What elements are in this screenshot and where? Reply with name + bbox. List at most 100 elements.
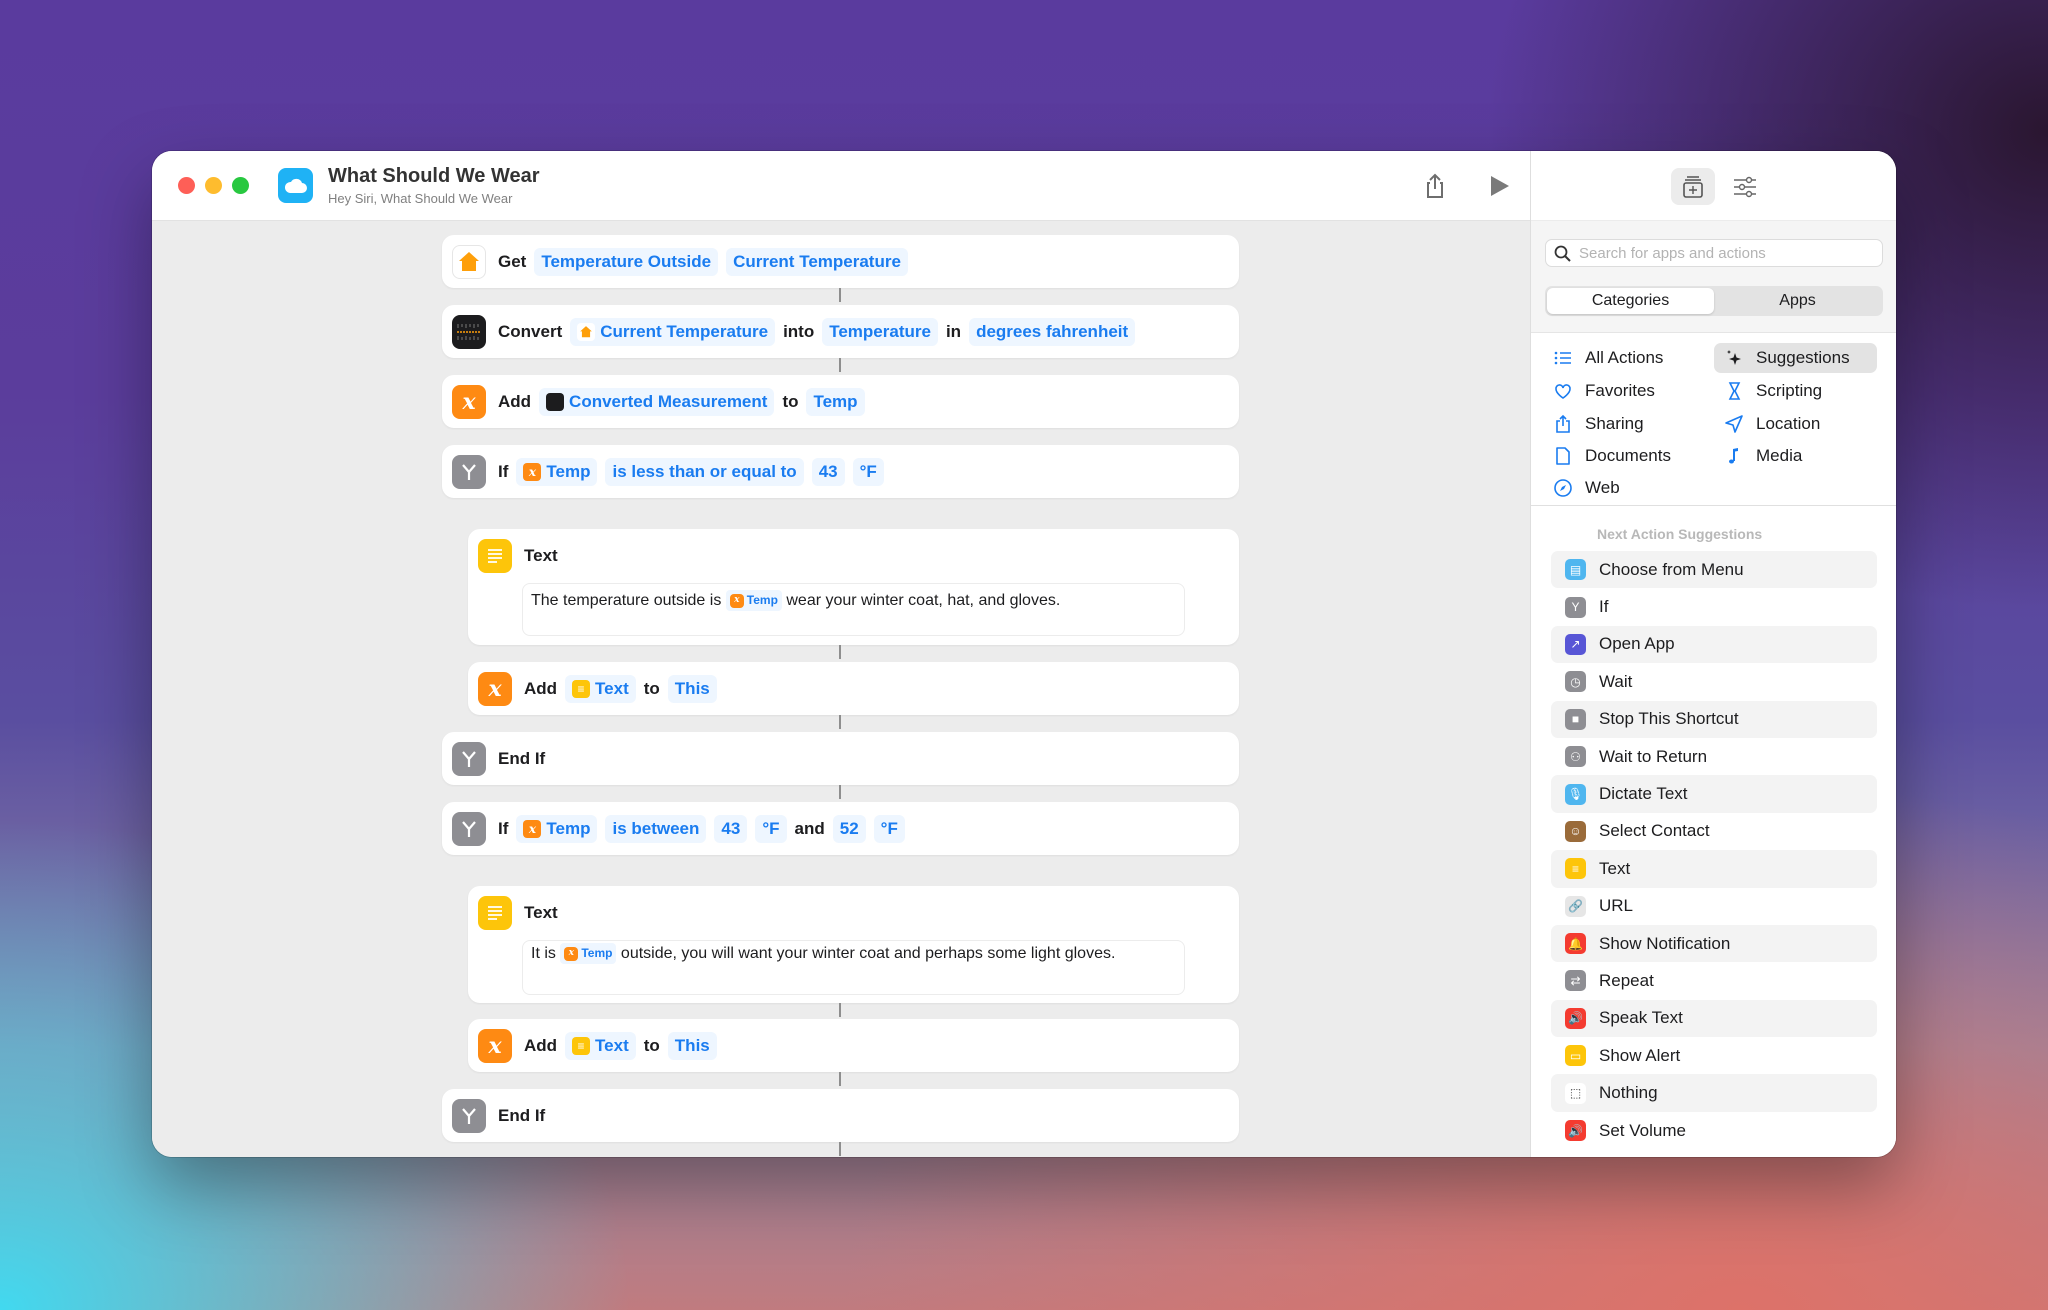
suggestion-item[interactable]: ⇄ Repeat [1551,962,1877,999]
close-button[interactable] [178,177,195,194]
variable-token[interactable]: x Temp [560,943,617,965]
suggestion-item[interactable]: ≡ Text [1551,850,1877,888]
shortcut-subtitle: Hey Siri, What Should We Wear [328,191,513,206]
suggestion-item[interactable]: ■ Stop This Shortcut [1551,700,1877,738]
if-icon: Y [1565,596,1586,618]
if-icon [452,454,486,489]
action-verb: Text [524,902,558,922]
condition-token[interactable]: is between [605,814,707,843]
action-if[interactable]: If x Temp is less than or equal to 43 °F [442,445,1239,498]
variable-icon: x [478,1028,512,1063]
suggestion-item[interactable]: ↗ Open App [1551,625,1877,664]
category-location[interactable]: Location [1714,409,1877,439]
menu-icon: ▤ [1565,559,1586,581]
unit-token[interactable]: °F [755,814,787,843]
text-icon: ≡ [572,679,591,698]
token-label: Temp [546,461,591,481]
connector [839,358,841,372]
details-button[interactable] [1725,168,1765,205]
search-icon [1554,245,1571,262]
search-field[interactable] [1545,239,1883,267]
segment-categories[interactable]: Categories [1547,288,1714,314]
category-favorites[interactable]: Favorites [1543,376,1703,406]
param-token[interactable]: x Temp [516,457,598,486]
suggestion-item[interactable]: ◷ Wait [1551,663,1877,700]
category-web[interactable]: Web [1543,473,1703,503]
param-token[interactable]: Temp [806,387,865,416]
category-media[interactable]: Media [1714,441,1877,471]
param-token[interactable]: x Temp [516,814,598,843]
category-sharing[interactable]: Sharing [1543,409,1703,439]
suggestion-item[interactable]: 🔊 Set Volume [1551,1112,1877,1149]
sidebar-toolbar [1531,151,1896,221]
action-convert[interactable]: Convert Current Temperature into Tempera… [442,305,1239,358]
action-end-if[interactable]: End If [442,1089,1239,1142]
search-input[interactable] [1579,244,1869,262]
suggestion-item[interactable]: 🔗 URL [1551,888,1877,925]
home-icon [577,322,596,341]
action-verb: If [498,818,509,838]
share-button[interactable] [1420,171,1450,201]
param-token[interactable]: degrees fahrenheit [969,317,1136,346]
unit-token[interactable]: °F [873,814,905,843]
param-token[interactable]: Converted Measurement [539,387,775,416]
category-all-actions[interactable]: All Actions [1543,343,1703,373]
condition-token[interactable]: is less than or equal to [605,457,804,486]
microphone-icon: 🎙 [1565,783,1586,805]
suggestion-label: Repeat [1599,970,1654,990]
cloud-icon[interactable] [278,168,313,203]
action-end-if[interactable]: End If [442,732,1239,785]
text-icon: ≡ [572,1036,591,1055]
location-arrow-icon [1725,415,1743,433]
suggestion-item[interactable]: ▤ Choose from Menu [1551,551,1877,589]
param-token[interactable]: Current Temperature [726,247,908,276]
param-token[interactable]: This [667,1031,717,1060]
action-if[interactable]: If x Temp is between 43 °F and 52 °F [442,802,1239,855]
suggestion-item[interactable]: 🔔 Show Notification [1551,924,1877,963]
param-token[interactable]: ≡ Text [565,1031,636,1060]
unit-token[interactable]: °F [852,457,884,486]
action-verb: End If [498,1105,546,1125]
action-add-variable[interactable]: x Add ≡ Text to This [468,1019,1239,1072]
category-label: Web [1585,478,1620,497]
shortcut-title[interactable]: What Should We Wear [328,165,540,188]
speaker-icon: 🔊 [1565,1120,1586,1142]
category-scripting[interactable]: Scripting [1714,376,1877,406]
suggestion-item[interactable]: ☺ Select Contact [1551,813,1877,850]
suggestion-item[interactable]: 🔊 Speak Text [1551,999,1877,1038]
variable-token[interactable]: x Temp [725,590,782,612]
param-token[interactable]: Current Temperature [570,317,776,346]
param-token[interactable]: This [667,674,717,703]
connector [839,715,841,729]
action-library-button[interactable] [1671,168,1715,205]
action-get[interactable]: Get Temperature Outside Current Temperat… [442,235,1239,288]
text-field[interactable]: The temperature outside is x Temp wear yo… [522,583,1185,636]
action-text[interactable]: Text It is x Temp outside, you will want … [468,886,1239,1003]
suggestion-item[interactable]: ▭ Show Alert [1551,1037,1877,1074]
suggestion-label: Open App [1599,634,1675,654]
text-field[interactable]: It is x Temp outside, you will want your … [522,940,1185,995]
value-token[interactable]: 43 [714,814,748,843]
music-note-icon [1729,448,1738,464]
param-token[interactable]: ≡ Text [565,674,636,703]
action-add-variable[interactable]: x Add ≡ Text to This [468,662,1239,715]
suggestion-item[interactable]: 🎙 Dictate Text [1551,775,1877,813]
minimize-button[interactable] [205,177,222,194]
category-suggestions[interactable]: Suggestions [1714,343,1877,373]
run-button[interactable] [1486,173,1512,199]
suggestion-item[interactable]: ⬚ Nothing [1551,1074,1877,1112]
suggestion-item[interactable]: ⚇ Wait to Return [1551,738,1877,775]
param-token[interactable]: Temperature Outside [534,247,719,276]
category-documents[interactable]: Documents [1543,441,1703,471]
suggestion-item[interactable]: Y If [1551,588,1877,625]
category-list: All Actions Suggestions Favorites Script… [1531,332,1896,506]
zoom-button[interactable] [232,177,249,194]
value-token[interactable]: 43 [811,457,845,486]
param-token[interactable]: Temperature [822,317,938,346]
wait-return-icon: ⚇ [1565,746,1586,768]
action-text[interactable]: Text The temperature outside is x Temp we… [468,529,1239,645]
segment-apps[interactable]: Apps [1714,288,1881,314]
connector [839,785,841,799]
action-add-variable[interactable]: x Add Converted Measurement to Temp [442,375,1239,428]
value-token[interactable]: 52 [832,814,866,843]
